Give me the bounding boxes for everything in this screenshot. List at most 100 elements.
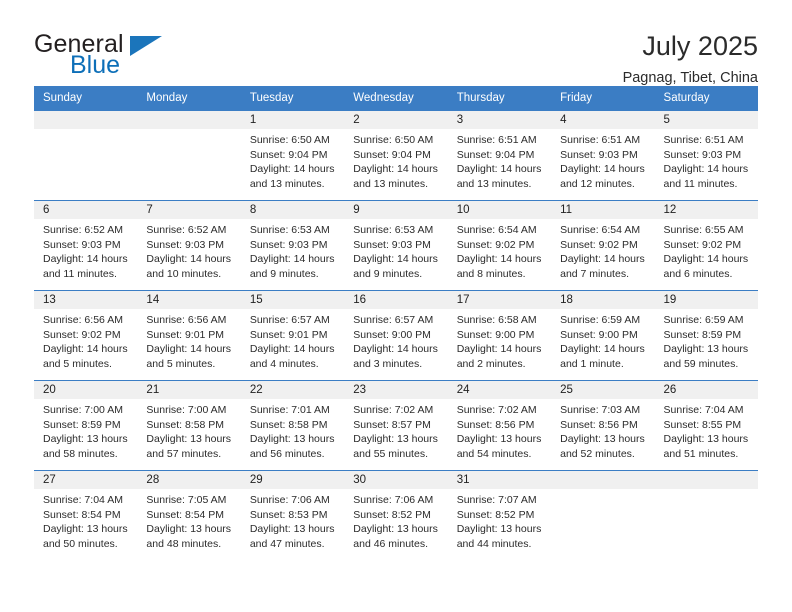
calendar-day-cell[interactable]: 17 Sunrise: 6:58 AM Sunset: 9:00 PM Dayligh… — [447, 290, 552, 381]
calendar-day-cell[interactable]: 1 Sunrise: 6:50 AM Sunset: 9:04 PM Daylight… — [240, 110, 345, 201]
sunrise-text: Sunrise: 7:00 AM — [146, 404, 227, 416]
calendar-day-cell[interactable]: 13 Sunrise: 6:56 AM Sunset: 9:02 PM Dayligh… — [34, 290, 138, 381]
sunset-text: Sunset: 8:56 PM — [560, 418, 638, 431]
day-sun-info: Sunrise: 7:03 AM Sunset: 8:56 PM Daylight:… — [551, 399, 654, 461]
day-sun-info: Sunrise: 7:06 AM Sunset: 8:53 PM Daylight:… — [241, 489, 344, 551]
daylight-text: Daylight: 13 hours and 52 minutes. — [560, 433, 645, 460]
calendar-day-cell[interactable]: 19 Sunrise: 6:59 AM Sunset: 8:59 PM Dayligh… — [654, 290, 758, 381]
day-number: 10 — [447, 201, 552, 219]
calendar-day-cell[interactable]: 14 Sunrise: 6:56 AM Sunset: 9:01 PM Dayligh… — [137, 290, 241, 381]
day-number: 23 — [344, 381, 448, 399]
day-number — [654, 471, 758, 489]
calendar-day-cell[interactable]: 29 Sunrise: 7:06 AM Sunset: 8:53 PM Dayligh… — [240, 470, 345, 561]
day-number: 14 — [137, 291, 241, 309]
day-sun-info: Sunrise: 6:51 AM Sunset: 9:03 PM Daylight:… — [551, 129, 654, 191]
sunrise-text: Sunrise: 6:50 AM — [353, 134, 434, 146]
weekday-header-sunday: Sunday — [34, 86, 138, 111]
sunrise-text: Sunrise: 7:03 AM — [560, 404, 641, 416]
sunrise-text: Sunrise: 7:04 AM — [43, 494, 123, 506]
day-sun-info: Sunrise: 7:02 AM Sunset: 8:56 PM Daylight:… — [448, 399, 551, 461]
calendar-day-cell[interactable]: 4 Sunrise: 6:51 AM Sunset: 9:03 PM Daylight… — [551, 110, 655, 201]
calendar-day-cell[interactable]: 15 Sunrise: 6:57 AM Sunset: 9:01 PM Dayligh… — [240, 290, 345, 381]
calendar-day-cell[interactable]: 11 Sunrise: 6:54 AM Sunset: 9:02 PM Dayligh… — [551, 200, 655, 291]
sunrise-text: Sunrise: 6:53 AM — [353, 224, 434, 236]
calendar-day-cell[interactable]: 27 Sunrise: 7:04 AM Sunset: 8:54 PM Dayligh… — [34, 470, 138, 561]
calendar-day-cell[interactable]: 24 Sunrise: 7:02 AM Sunset: 8:56 PM Dayligh… — [447, 380, 552, 471]
day-number: 31 — [447, 471, 552, 489]
general-blue-logo: General Blue — [34, 32, 204, 88]
daylight-text: Daylight: 14 hours and 7 minutes. — [560, 253, 645, 280]
sunrise-text: Sunrise: 6:53 AM — [249, 224, 330, 236]
sunset-text: Sunset: 8:58 PM — [146, 418, 225, 431]
calendar-day-cell[interactable]: 25 Sunrise: 7:03 AM Sunset: 8:56 PM Dayligh… — [551, 380, 655, 471]
sunset-text: Sunset: 9:03 PM — [560, 148, 638, 161]
calendar-day-cell[interactable]: 22 Sunrise: 7:01 AM Sunset: 8:58 PM Dayligh… — [240, 380, 345, 471]
sunrise-text: Sunrise: 6:57 AM — [353, 314, 434, 326]
calendar-day-cell[interactable]: 23 Sunrise: 7:02 AM Sunset: 8:57 PM Dayligh… — [344, 380, 448, 471]
daylight-text: Daylight: 14 hours and 8 minutes. — [456, 253, 542, 280]
daylight-text: Daylight: 13 hours and 46 minutes. — [353, 523, 438, 550]
day-number: 22 — [240, 381, 345, 399]
calendar-day-cell[interactable]: 5 Sunrise: 6:51 AM Sunset: 9:03 PM Daylight… — [654, 110, 758, 201]
day-sun-info: Sunrise: 6:59 AM Sunset: 8:59 PM Daylight:… — [655, 309, 758, 371]
sunset-text: Sunset: 8:59 PM — [663, 328, 742, 341]
sunrise-text: Sunrise: 6:50 AM — [249, 134, 330, 146]
sunrise-text: Sunrise: 6:57 AM — [249, 314, 330, 326]
calendar-day-cell[interactable]: 30 Sunrise: 7:06 AM Sunset: 8:52 PM Dayligh… — [344, 470, 448, 561]
day-number: 21 — [137, 381, 241, 399]
day-sun-info: Sunrise: 6:51 AM Sunset: 9:04 PM Daylight:… — [448, 129, 551, 191]
calendar-day-cell-empty — [137, 110, 241, 201]
weekday-header-thursday: Thursday — [447, 86, 552, 111]
calendar-day-cell[interactable]: 7 Sunrise: 6:52 AM Sunset: 9:03 PM Daylight… — [137, 200, 241, 291]
day-number: 20 — [34, 381, 138, 399]
calendar-day-cell[interactable]: 28 Sunrise: 7:05 AM Sunset: 8:54 PM Dayligh… — [137, 470, 241, 561]
calendar-day-cell[interactable]: 26 Sunrise: 7:04 AM Sunset: 8:55 PM Dayligh… — [654, 380, 758, 471]
day-number: 25 — [551, 381, 655, 399]
calendar-week-row: 1 Sunrise: 6:50 AM Sunset: 9:04 PM Daylight… — [34, 110, 758, 201]
daylight-text: Daylight: 14 hours and 6 minutes. — [663, 253, 749, 280]
calendar-day-cell[interactable]: 18 Sunrise: 6:59 AM Sunset: 9:00 PM Dayligh… — [551, 290, 655, 381]
calendar-day-cell[interactable]: 16 Sunrise: 6:57 AM Sunset: 9:00 PM Dayligh… — [344, 290, 448, 381]
daylight-text: Daylight: 14 hours and 5 minutes. — [43, 343, 128, 370]
sunset-text: Sunset: 8:59 PM — [43, 418, 121, 431]
calendar-day-cell[interactable]: 8 Sunrise: 6:53 AM Sunset: 9:03 PM Daylight… — [240, 200, 345, 291]
day-sun-info: Sunrise: 6:53 AM Sunset: 9:03 PM Daylight:… — [344, 219, 447, 281]
calendar-day-cell-empty — [34, 110, 138, 201]
day-number: 4 — [551, 111, 655, 129]
calendar-day-cell[interactable]: 9 Sunrise: 6:53 AM Sunset: 9:03 PM Daylight… — [344, 200, 448, 291]
sunset-text: Sunset: 9:03 PM — [146, 238, 225, 251]
day-number: 26 — [654, 381, 758, 399]
day-number: 11 — [551, 201, 655, 219]
sunrise-text: Sunrise: 7:02 AM — [456, 404, 537, 416]
calendar-day-cell[interactable]: 12 Sunrise: 6:55 AM Sunset: 9:02 PM Dayligh… — [654, 200, 758, 291]
day-sun-info: Sunrise: 6:50 AM Sunset: 9:04 PM Daylight:… — [344, 129, 447, 191]
daylight-text: Daylight: 13 hours and 48 minutes. — [146, 523, 232, 550]
day-sun-info: Sunrise: 7:07 AM Sunset: 8:52 PM Daylight:… — [448, 489, 551, 551]
sunrise-text: Sunrise: 7:05 AM — [146, 494, 227, 506]
calendar-day-cell[interactable]: 6 Sunrise: 6:52 AM Sunset: 9:03 PM Daylight… — [34, 200, 138, 291]
weekday-header-wednesday: Wednesday — [344, 86, 448, 111]
weekday-header-row: Sunday Monday Tuesday Wednesday Thursday… — [34, 86, 758, 111]
calendar-day-cell[interactable]: 20 Sunrise: 7:00 AM Sunset: 8:59 PM Dayligh… — [34, 380, 138, 471]
daylight-text: Daylight: 13 hours and 56 minutes. — [249, 433, 335, 460]
sunrise-text: Sunrise: 6:56 AM — [43, 314, 123, 326]
sunset-text: Sunset: 8:55 PM — [663, 418, 742, 431]
logo-text-blue: Blue — [70, 51, 121, 79]
daylight-text: Daylight: 14 hours and 11 minutes. — [43, 253, 128, 280]
daylight-text: Daylight: 14 hours and 11 minutes. — [663, 163, 749, 190]
title-block: July 2025 Pagnag, Tibet, China — [623, 32, 758, 87]
calendar-day-cell[interactable]: 21 Sunrise: 7:00 AM Sunset: 8:58 PM Dayligh… — [137, 380, 241, 471]
daylight-text: Daylight: 14 hours and 9 minutes. — [353, 253, 438, 280]
calendar-week-row: 6 Sunrise: 6:52 AM Sunset: 9:03 PM Daylight… — [34, 200, 758, 291]
calendar-day-cell[interactable]: 10 Sunrise: 6:54 AM Sunset: 9:02 PM Dayligh… — [447, 200, 552, 291]
calendar-day-cell[interactable]: 3 Sunrise: 6:51 AM Sunset: 9:04 PM Daylight… — [447, 110, 552, 201]
daylight-text: Daylight: 14 hours and 13 minutes. — [353, 163, 438, 190]
sunset-text: Sunset: 8:54 PM — [43, 508, 121, 521]
calendar-day-cell[interactable]: 2 Sunrise: 6:50 AM Sunset: 9:04 PM Daylight… — [344, 110, 448, 201]
daylight-text: Daylight: 13 hours and 50 minutes. — [43, 523, 128, 550]
calendar-day-cell[interactable]: 31 Sunrise: 7:07 AM Sunset: 8:52 PM Dayligh… — [447, 470, 552, 561]
day-number: 19 — [654, 291, 758, 309]
sunset-text: Sunset: 8:58 PM — [249, 418, 328, 431]
day-number: 13 — [34, 291, 138, 309]
weekday-header-tuesday: Tuesday — [240, 86, 345, 111]
